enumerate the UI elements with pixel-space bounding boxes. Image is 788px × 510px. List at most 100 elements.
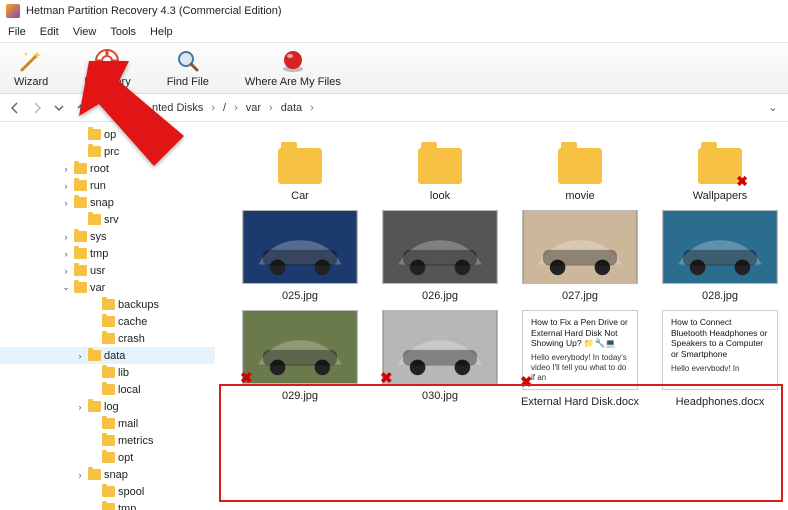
tree-caret-icon[interactable]: › — [61, 232, 71, 242]
menu-file[interactable]: File — [8, 26, 26, 38]
folder-icon — [88, 401, 101, 412]
tree-row-snap[interactable]: › snap — [0, 194, 215, 211]
menu-help[interactable]: Help — [150, 26, 173, 38]
tree-row-mail[interactable]: mail — [0, 415, 215, 432]
image-thumbnail — [662, 210, 778, 284]
chevron-right-icon: › — [234, 102, 238, 114]
tree-row-usr[interactable]: › usr — [0, 262, 215, 279]
doc-body: Hello everybody! In today's video I'll t… — [531, 353, 629, 383]
crumb-seg-1[interactable]: var — [242, 102, 265, 114]
file-item[interactable]: 027.jpg — [513, 210, 647, 302]
tree-caret-icon[interactable]: › — [61, 266, 71, 276]
crumb-seg-2[interactable]: data — [277, 102, 306, 114]
tree-caret-icon[interactable]: › — [61, 181, 71, 191]
tree-caret-icon[interactable]: ⌄ — [61, 282, 71, 293]
tree-caret-icon[interactable]: › — [75, 351, 85, 361]
tree-row-cache[interactable]: cache — [0, 313, 215, 330]
tree-label: var — [90, 282, 105, 294]
tree-row-data[interactable]: › data — [0, 347, 215, 364]
file-item[interactable]: How to Connect Bluetooth Headphones or S… — [653, 310, 787, 408]
file-item[interactable]: 026.jpg — [373, 210, 507, 302]
nav-dropdown-icon[interactable] — [50, 99, 68, 117]
folder-icon — [102, 435, 115, 446]
breadcrumb-dropdown-icon[interactable]: ⌄ — [764, 101, 782, 114]
tree-row-tmp[interactable]: ›tmp — [0, 245, 215, 262]
nav-forward-icon[interactable] — [28, 99, 46, 117]
tree-label: data — [104, 350, 125, 362]
tree-row-log[interactable]: › log — [0, 398, 215, 415]
menu-view[interactable]: View — [73, 26, 97, 38]
tree-label: spool — [118, 486, 144, 498]
tree-label: snap — [90, 197, 114, 209]
tree-caret-icon[interactable]: › — [61, 249, 71, 259]
folder-icon — [88, 469, 101, 480]
file-item[interactable]: look — [373, 140, 507, 202]
folder-icon — [74, 180, 87, 191]
tree-label: log — [104, 401, 119, 413]
file-item[interactable]: 030.jpg — [373, 310, 507, 408]
tree-row-metrics[interactable]: metrics — [0, 432, 215, 449]
folder-icon — [102, 384, 115, 395]
file-item[interactable]: movie — [513, 140, 647, 202]
folder-icon — [74, 248, 87, 259]
menu-tools[interactable]: Tools — [110, 26, 136, 38]
tree-label: opt — [118, 452, 133, 464]
file-item[interactable]: How to Fix a Pen Drive or External Hard … — [513, 310, 647, 408]
doc-thumbnail: How to Connect Bluetooth Headphones or S… — [662, 310, 778, 390]
tree-row-spool[interactable]: spool — [0, 483, 215, 500]
image-thumbnail — [242, 210, 358, 284]
tree-row-var[interactable]: ⌄ var — [0, 279, 215, 296]
tree-label: local — [118, 384, 141, 396]
file-item[interactable]: Wallpapers — [653, 140, 787, 202]
tree-label: backups — [118, 299, 159, 311]
tree-row-lib[interactable]: lib — [0, 364, 215, 381]
tree-row-crash[interactable]: crash — [0, 330, 215, 347]
folder-icon — [278, 148, 322, 184]
content-area: opprc›root›run›snapsrv›sys›tmp›usr⌄varba… — [0, 122, 788, 510]
folder-icon — [102, 367, 115, 378]
crumb-seg-0[interactable]: / — [219, 102, 230, 114]
file-item[interactable]: 029.jpg — [233, 310, 367, 408]
tree-label: mail — [118, 418, 138, 430]
app-icon — [6, 4, 20, 18]
where-are-my-files-button[interactable]: Where Are My Files — [245, 48, 341, 88]
tree-caret-icon[interactable]: › — [75, 470, 85, 480]
folder-icon — [418, 148, 462, 184]
chevron-right-icon: › — [310, 102, 314, 114]
tree-row-tmp[interactable]: tmp — [0, 500, 215, 510]
tree-row-opt[interactable]: opt — [0, 449, 215, 466]
file-name: 030.jpg — [422, 390, 458, 402]
folder-tree[interactable]: opprc›root›run›snapsrv›sys›tmp›usr⌄varba… — [0, 122, 215, 510]
wizard-button[interactable]: Wizard — [14, 48, 48, 88]
tree-row-snap[interactable]: › snap — [0, 466, 215, 483]
tree-caret-icon[interactable]: › — [61, 198, 71, 208]
folder-icon — [698, 148, 742, 184]
file-item[interactable]: 028.jpg — [653, 210, 787, 302]
tree-row-local[interactable]: local — [0, 381, 215, 398]
menu-edit[interactable]: Edit — [40, 26, 59, 38]
tree-row-backups[interactable]: backups — [0, 296, 215, 313]
files-panel[interactable]: CarlookmovieWallpapers 025.jpg026.jpg027.… — [215, 122, 788, 510]
file-item[interactable]: 025.jpg — [233, 210, 367, 302]
tree-label: lib — [118, 367, 129, 379]
tree-row-srv[interactable]: srv — [0, 211, 215, 228]
tree-caret-icon[interactable]: › — [61, 164, 71, 174]
tree-label: usr — [90, 265, 105, 277]
tree-label: snap — [104, 469, 128, 481]
doc-thumbnail: How to Fix a Pen Drive or External Hard … — [522, 310, 638, 390]
tree-row-run[interactable]: › run — [0, 177, 215, 194]
tree-label: run — [90, 180, 106, 192]
folder-icon — [102, 486, 115, 497]
file-item[interactable]: Car — [233, 140, 367, 202]
file-name: External Hard Disk.docx — [521, 396, 639, 408]
tree-row-sys[interactable]: ›sys — [0, 228, 215, 245]
tree-label: tmp — [118, 503, 136, 510]
file-name: Headphones.docx — [676, 396, 765, 408]
tree-label: crash — [118, 333, 145, 345]
nav-back-icon[interactable] — [6, 99, 24, 117]
image-thumbnail — [242, 310, 358, 384]
folder-icon — [102, 503, 115, 510]
window-title: Hetman Partition Recovery 4.3 (Commercia… — [26, 5, 282, 17]
tree-caret-icon[interactable]: › — [75, 402, 85, 412]
folder-icon — [102, 452, 115, 463]
